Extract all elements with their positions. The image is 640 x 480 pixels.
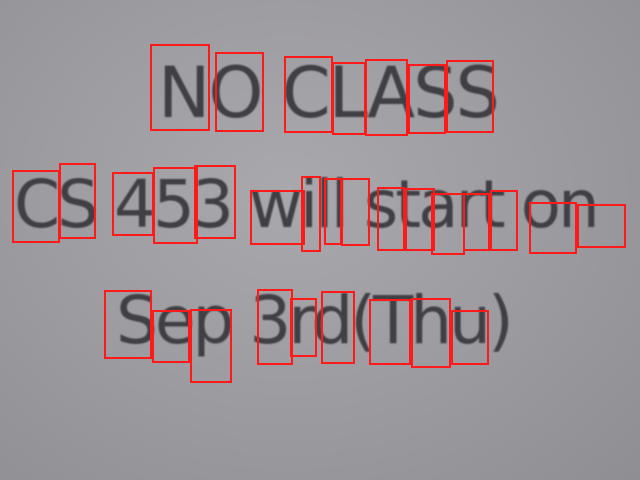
- character-box: [12, 170, 60, 243]
- character-box: [153, 167, 198, 244]
- character-box: [250, 190, 305, 245]
- character-box: [150, 44, 210, 131]
- character-box: [194, 165, 236, 239]
- character-box: [577, 204, 626, 248]
- character-box: [451, 310, 489, 365]
- character-box: [190, 309, 232, 383]
- character-box: [377, 187, 405, 251]
- character-box: [332, 62, 366, 135]
- character-box: [257, 289, 293, 365]
- character-box: [284, 56, 333, 133]
- character-box: [301, 176, 321, 252]
- character-box: [369, 299, 411, 365]
- character-box: [215, 52, 264, 132]
- character-box: [490, 190, 518, 251]
- character-box: [321, 291, 355, 364]
- character-box: [152, 310, 190, 363]
- character-box: [112, 172, 154, 236]
- character-box: [529, 202, 577, 254]
- character-box: [104, 290, 152, 359]
- character-box: [411, 298, 451, 368]
- character-box: [59, 163, 96, 239]
- character-box: [446, 60, 494, 133]
- character-box: [408, 64, 446, 134]
- character-box: [341, 178, 370, 246]
- character-box: [290, 298, 317, 357]
- character-box: [431, 193, 465, 255]
- character-box: [324, 178, 342, 245]
- character-box: [365, 59, 408, 136]
- character-box: [463, 193, 490, 251]
